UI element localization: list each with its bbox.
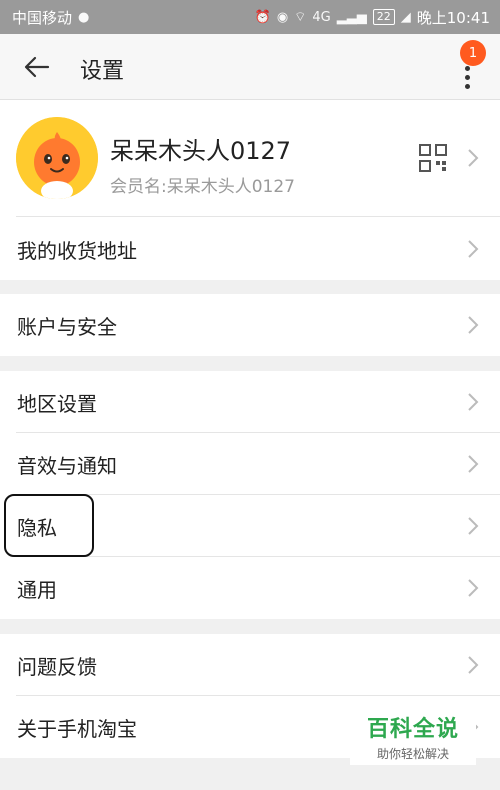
chevron-right-icon bbox=[466, 453, 480, 475]
carrier-label: 中国移动 bbox=[12, 8, 73, 27]
menu-item-label: 账户与安全 bbox=[17, 314, 117, 339]
chevron-right-icon bbox=[466, 147, 480, 169]
eye-icon: ◉ bbox=[276, 9, 289, 25]
menu-item-account-security[interactable]: 账户与安全 bbox=[0, 294, 500, 356]
notification-badge: 1 bbox=[460, 40, 486, 66]
mascot-avatar-icon bbox=[16, 117, 98, 199]
app-header: 设置 1 bbox=[0, 34, 500, 100]
menu-item-general[interactable]: 通用 bbox=[0, 557, 500, 619]
menu-item-label: 通用 bbox=[17, 577, 57, 602]
chevron-right-icon bbox=[466, 515, 480, 537]
watermark-subtitle: 助你轻松解决 bbox=[376, 746, 449, 761]
menu-item-label: 音效与通知 bbox=[17, 453, 117, 478]
account-section: 账户与安全 bbox=[0, 294, 500, 356]
profile-card[interactable]: 呆呆木头人0127 会员名:呆呆木头人0127 我的收货地址 bbox=[0, 100, 500, 280]
menu-item-feedback[interactable]: 问题反馈 bbox=[0, 634, 500, 696]
qr-code-icon bbox=[419, 144, 447, 172]
back-arrow-icon bbox=[24, 56, 50, 78]
clock-time: 晚上10:41 bbox=[416, 8, 490, 27]
menu-item-label: 我的收货地址 bbox=[17, 238, 137, 263]
menu-item-label: 地区设置 bbox=[17, 391, 97, 416]
status-bar: 中国移动 ● ⏰ ◉ ⌔ 4G ▂▃▅ 22 ◢ 晚上10:41 bbox=[0, 0, 500, 34]
menu-item-label: 问题反馈 bbox=[17, 654, 97, 679]
leaf-icon: ◢ bbox=[400, 9, 411, 25]
back-button[interactable] bbox=[22, 52, 52, 82]
menu-item-shipping-address[interactable]: 我的收货地址 bbox=[0, 218, 500, 280]
qr-code-button[interactable] bbox=[418, 143, 448, 173]
chevron-right-icon bbox=[466, 238, 480, 260]
chevron-right-icon bbox=[466, 314, 480, 336]
more-dots-icon bbox=[465, 66, 470, 71]
divider bbox=[16, 216, 500, 217]
avatar[interactable] bbox=[16, 117, 98, 199]
watermark-title: 百科全说 bbox=[366, 716, 459, 742]
member-name: 会员名:呆呆木头人0127 bbox=[110, 177, 295, 197]
more-dot-2 bbox=[465, 75, 470, 80]
menu-item-label: 关于手机淘宝 bbox=[17, 716, 137, 741]
more-dot-3 bbox=[465, 84, 470, 89]
chevron-right-icon bbox=[466, 654, 480, 676]
profile-nickname: 呆呆木头人0127 bbox=[110, 137, 292, 165]
wechat-icon: ● bbox=[78, 9, 90, 25]
battery-indicator: 22 bbox=[372, 9, 395, 25]
signal-icon: ▂▃▅ bbox=[336, 9, 367, 25]
menu-item-sound-notification[interactable]: 音效与通知 bbox=[0, 433, 500, 495]
page-title: 设置 bbox=[80, 59, 125, 84]
chevron-right-icon bbox=[466, 577, 480, 599]
privacy-highlight-box bbox=[4, 494, 94, 557]
menu-item-region-settings[interactable]: 地区设置 bbox=[0, 371, 500, 433]
wifi-icon: ⌔ bbox=[294, 10, 307, 25]
alarm-icon: ⏰ bbox=[254, 9, 271, 25]
chevron-right-icon bbox=[466, 391, 480, 413]
network-label: 4G bbox=[312, 9, 331, 25]
watermark: 百科全说 助你轻松解决 bbox=[350, 707, 476, 765]
